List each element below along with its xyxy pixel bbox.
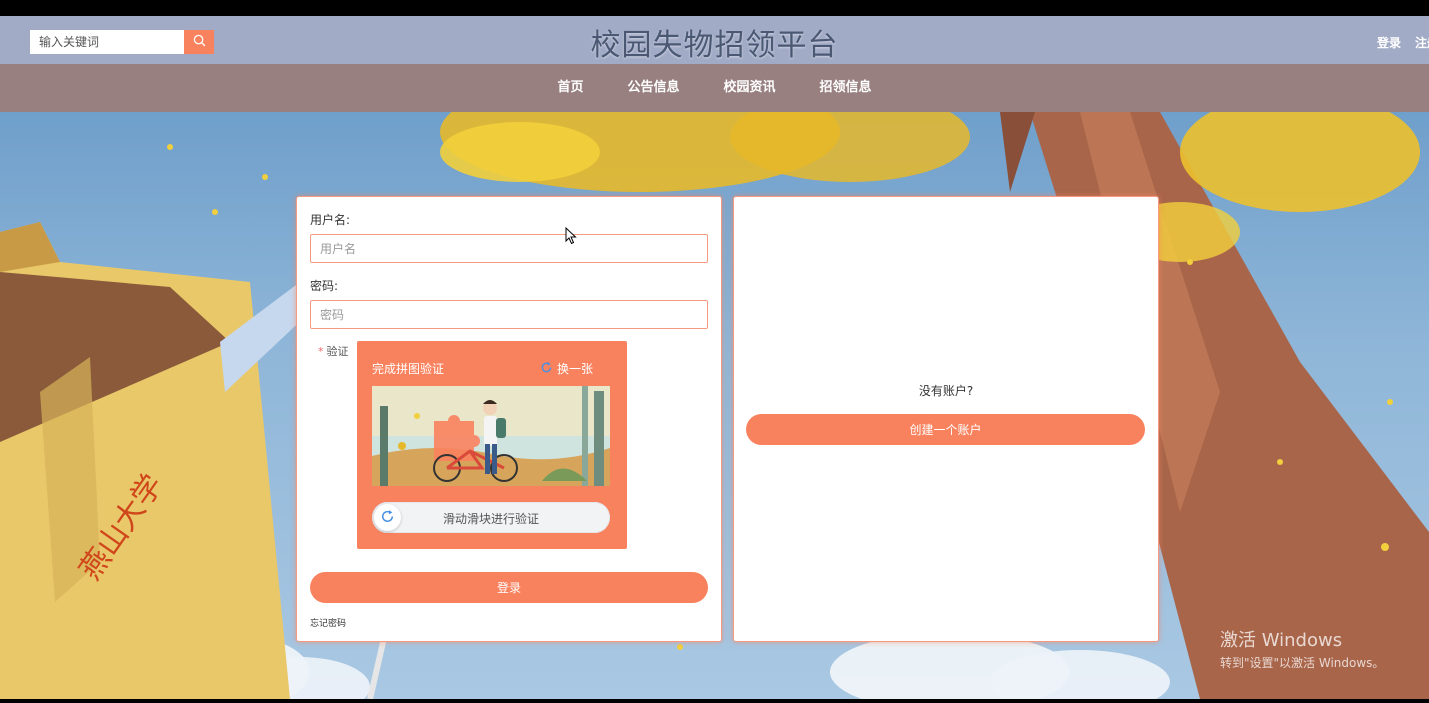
top-black-bar [0, 0, 1429, 16]
windows-activation-watermark: 激活 Windows 转到"设置"以激活 Windows。 [1220, 626, 1384, 671]
nav-item-announcements[interactable]: 公告信息 [627, 64, 679, 112]
forgot-password-link[interactable]: 忘记密码 [310, 616, 346, 629]
watermark-line1: 激活 Windows [1220, 630, 1343, 651]
nav-item-home[interactable]: 首页 [557, 64, 583, 112]
required-mark: * [318, 345, 324, 358]
site-header: 校园失物招领平台 登录 注册 [0, 16, 1429, 64]
captcha-refresh-label: 换一张 [556, 362, 593, 376]
watermark-line2: 转到"设置"以激活 Windows。 [1220, 656, 1385, 670]
verify-label-text: 验证 [326, 345, 349, 358]
captcha-slider-handle[interactable] [374, 504, 401, 531]
puzzle-captcha: 完成拼图验证 换一张 滑动滑块进行验证 [357, 341, 627, 549]
header-links: 登录 注册 [1377, 34, 1429, 51]
login-panel: 用户名: 密码: *验证 完成拼图验证 换一张 [296, 196, 722, 642]
site-title: 校园失物招领平台 [590, 28, 839, 63]
captcha-refresh-button[interactable]: 换一张 [540, 360, 593, 377]
puzzle-illustration [372, 386, 610, 486]
slider-hint: 滑动滑块进行验证 [442, 512, 539, 526]
captcha-puzzle-image [372, 386, 610, 486]
refresh-icon [540, 361, 553, 377]
verify-label: * 验证 [318, 343, 349, 359]
register-panel: 没有账户? 创建一个账户 [733, 196, 1159, 642]
captcha-slider-track: 滑动滑块进行验证 [372, 502, 610, 533]
bottom-black-bar [0, 699, 1429, 703]
nav-item-lost-found[interactable]: 招领信息 [820, 64, 872, 112]
captcha-title: 完成拼图验证 [372, 362, 445, 376]
login-button[interactable]: 登录 [310, 572, 708, 603]
create-account-button[interactable]: 创建一个账户 [746, 414, 1145, 445]
no-account-text: 没有账户? [918, 384, 974, 398]
login-link[interactable]: 登录 [1377, 34, 1401, 51]
register-link[interactable]: 注册 [1415, 34, 1429, 51]
password-label: 密码: [310, 279, 339, 293]
main-nav: 首页 公告信息 校园资讯 招领信息 [0, 64, 1429, 112]
password-input[interactable] [310, 300, 708, 329]
nav-item-campus-news[interactable]: 校园资讯 [724, 64, 776, 112]
refresh-icon [380, 509, 395, 527]
username-input[interactable] [310, 234, 708, 263]
username-label: 用户名: [310, 213, 351, 227]
mouse-cursor-icon [565, 226, 577, 248]
